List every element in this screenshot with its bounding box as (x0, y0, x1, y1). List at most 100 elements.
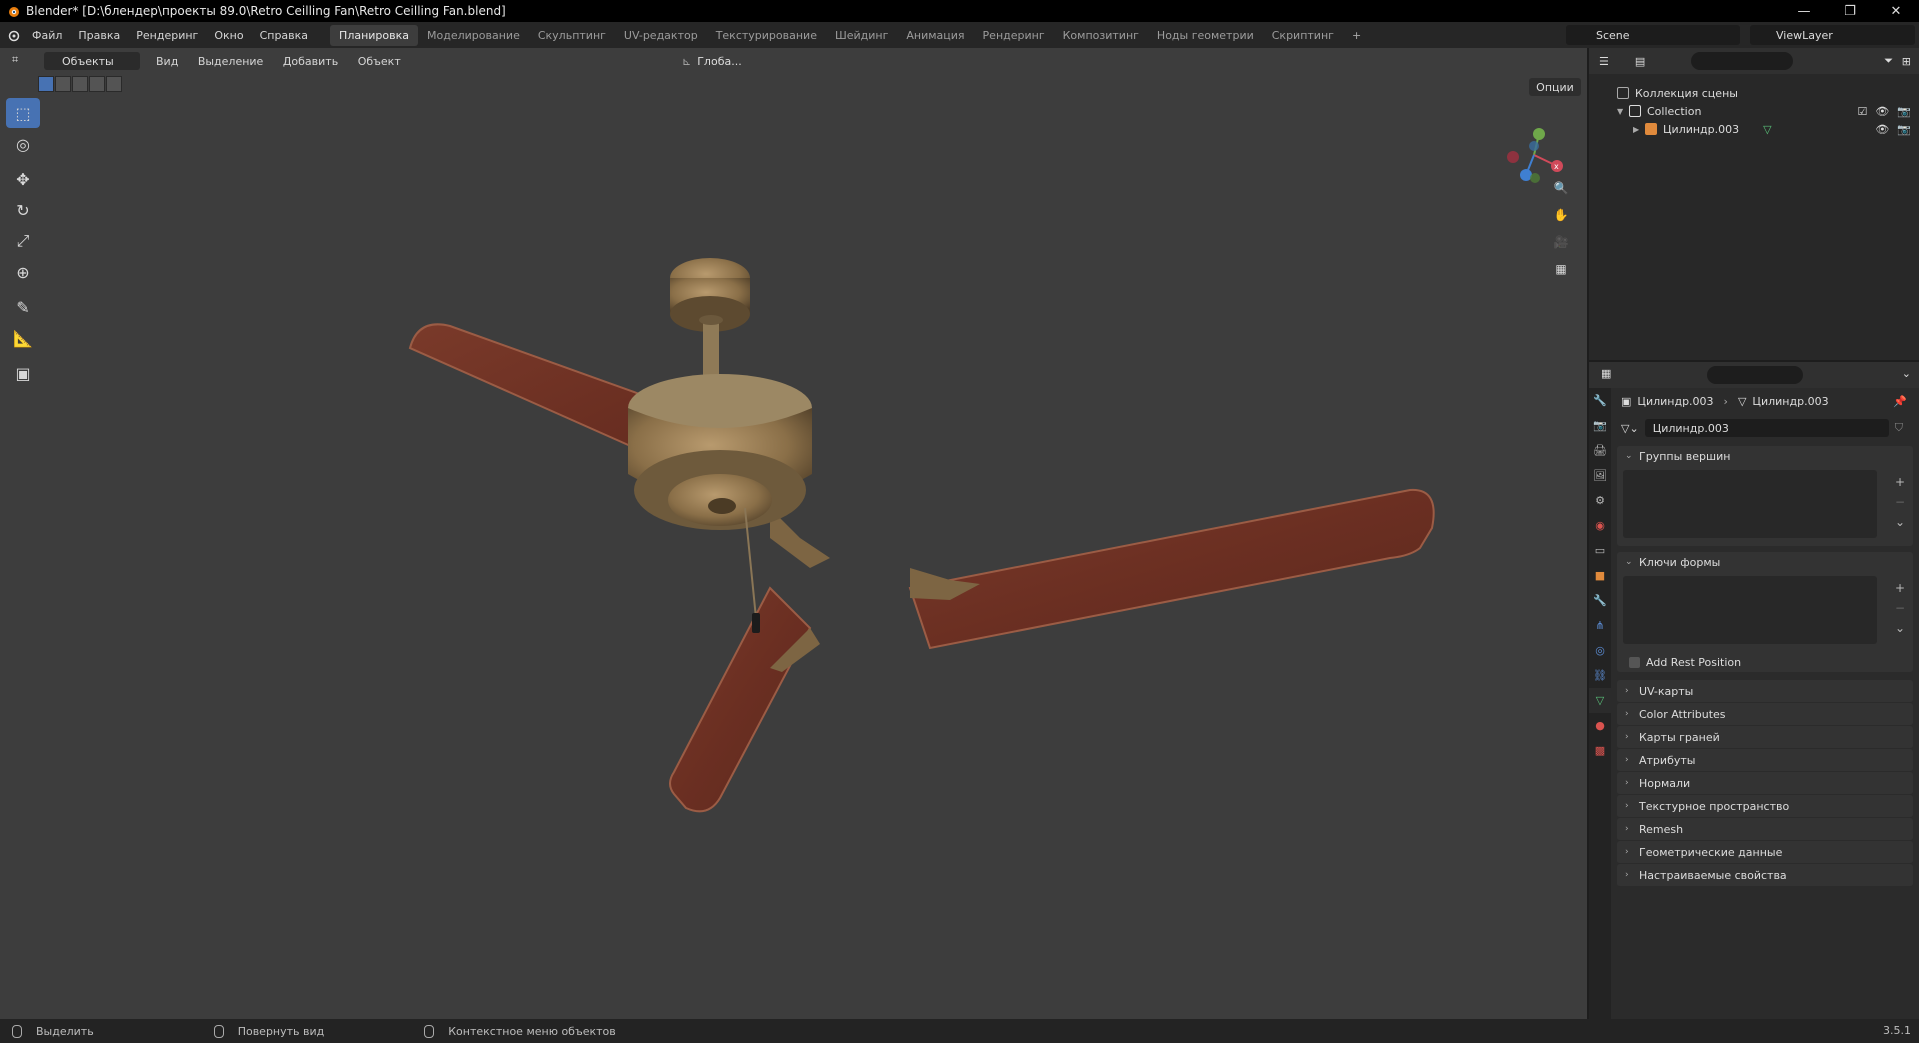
new-collection-icon[interactable]: ⊞ (1902, 55, 1911, 68)
select-intersect-icon[interactable] (106, 76, 122, 92)
menu-render[interactable]: Рендеринг (128, 29, 206, 42)
add-cube-icon[interactable]: ▣ (6, 358, 40, 388)
visibility-eye-icon[interactable]: 👁 (1875, 105, 1889, 118)
panel-face-maps[interactable]: › Карты граней (1617, 726, 1913, 749)
modifiers-tab-icon[interactable]: 🔧 (1589, 588, 1611, 613)
panel-normals[interactable]: › Нормали (1617, 772, 1913, 795)
blender-menu-icon[interactable] (6, 28, 20, 42)
object-tab-icon[interactable]: ■ (1589, 563, 1611, 588)
shape-key-menu-icon[interactable]: ⌄ (1891, 618, 1909, 638)
add-rest-position-row[interactable]: Add Rest Position (1617, 652, 1913, 672)
tab-shading[interactable]: Шейдинг (826, 25, 897, 46)
world-tab-icon[interactable]: ◉ (1589, 513, 1611, 538)
perspective-grid-icon[interactable]: ▦ (1549, 257, 1573, 281)
minimize-button[interactable]: — (1781, 0, 1827, 22)
menu-add[interactable]: Добавить (275, 55, 346, 68)
pin-icon[interactable]: 📌 (1893, 395, 1907, 408)
tab-modeling[interactable]: Моделирование (418, 25, 529, 46)
object-visibility-eye-icon[interactable]: 👁 (1875, 123, 1889, 136)
scene-tab-icon[interactable]: ⚙ (1589, 488, 1611, 513)
panel-remesh[interactable]: › Remesh (1617, 818, 1913, 841)
vertex-groups-header[interactable]: ⌄ Группы вершин (1617, 446, 1913, 466)
properties-editor[interactable]: ▦ ⌄ 🔧 📷 🖨 🖼 ⚙ ◉ ▭ ■ 🔧 ⋔ ◎ ⛓ ▽ ● ▩ ▣ Цили… (1589, 362, 1919, 1019)
outliner-editor-icon[interactable]: ☰ (1599, 55, 1609, 68)
options-button[interactable]: Опции (1529, 78, 1581, 96)
tab-geometry-nodes[interactable]: Ноды геометрии (1148, 25, 1263, 46)
outliner-row-object[interactable]: ▶ Цилиндр.003 ▽ 👁 📷 (1589, 120, 1919, 138)
select-box-icon[interactable]: ⬚ (6, 98, 40, 128)
constraints-tab-icon[interactable]: ⛓ (1589, 663, 1611, 688)
remove-shape-key-icon[interactable]: − (1891, 598, 1909, 618)
output-tab-icon[interactable]: 🖨 (1589, 438, 1611, 463)
select-extend-icon[interactable] (55, 76, 71, 92)
3d-viewport[interactable]: ⌗ Объекты Вид Выделение Добавить Объект … (0, 48, 1587, 1019)
menu-window[interactable]: Окно (206, 29, 251, 42)
tab-compositing[interactable]: Композитинг (1054, 25, 1148, 46)
material-tab-icon[interactable]: ● (1589, 713, 1611, 738)
physics-tab-icon[interactable]: ◎ (1589, 638, 1611, 663)
menu-help[interactable]: Справка (252, 29, 316, 42)
add-rest-position-checkbox[interactable] (1629, 656, 1640, 668)
outliner-row-scene-collection[interactable]: Коллекция сцены (1589, 84, 1919, 102)
scene-selector[interactable]: Scene (1566, 25, 1740, 45)
tool-tab-icon[interactable]: 🔧 (1589, 388, 1611, 413)
menu-select[interactable]: Выделение (190, 55, 272, 68)
camera-icon[interactable]: 🎥 (1549, 230, 1573, 254)
tab-scripting[interactable]: Скриптинг (1263, 25, 1343, 46)
tab-uv-editing[interactable]: UV-редактор (615, 25, 707, 46)
menu-file[interactable]: Файл (24, 29, 70, 42)
render-camera-icon[interactable]: 📷 (1897, 105, 1911, 118)
select-invert-icon[interactable] (89, 76, 105, 92)
object-render-camera-icon[interactable]: 📷 (1897, 123, 1911, 136)
panel-texture-space[interactable]: › Текстурное пространство (1617, 795, 1913, 818)
menu-object[interactable]: Объект (350, 55, 409, 68)
tab-texture-paint[interactable]: Текстурирование (707, 25, 826, 46)
tab-animation[interactable]: Анимация (897, 25, 973, 46)
exclude-checkbox-icon[interactable]: ☑ (1857, 105, 1867, 118)
mode-selector[interactable]: Объекты (44, 52, 140, 70)
add-vertex-group-icon[interactable]: + (1891, 472, 1909, 492)
select-new-icon[interactable] (38, 76, 54, 92)
panel-custom-properties[interactable]: › Настраиваемые свойства (1617, 864, 1913, 887)
fake-user-shield-icon[interactable]: ⛉ (1895, 421, 1903, 435)
properties-search-input[interactable] (1707, 366, 1803, 384)
mesh-data-tab-icon[interactable]: ▽ (1589, 688, 1611, 713)
expand-collection-icon[interactable]: ▼ (1617, 107, 1629, 116)
texture-tab-icon[interactable]: ▩ (1589, 738, 1611, 763)
properties-options-icon[interactable]: ⌄ (1902, 367, 1911, 380)
panel-attributes[interactable]: › Атрибуты (1617, 749, 1913, 772)
annotate-icon[interactable]: ✎ (6, 292, 40, 322)
collection-tab-icon[interactable]: ▭ (1589, 538, 1611, 563)
shape-keys-list[interactable] (1623, 576, 1877, 644)
cursor-icon[interactable]: ◎ (6, 129, 40, 159)
transform-icon[interactable]: ⊕ (6, 257, 40, 287)
tab-layout[interactable]: Планировка (330, 24, 419, 46)
close-button[interactable]: ✕ (1873, 0, 1919, 22)
transform-orientation[interactable]: ⊾ Глоба... (682, 52, 742, 70)
expand-object-icon[interactable]: ▶ (1633, 125, 1645, 134)
outliner-display-mode-icon[interactable]: ▤ (1635, 55, 1645, 68)
mesh-browse-icon[interactable]: ▽⌄ (1621, 422, 1639, 435)
zoom-icon[interactable]: 🔍 (1549, 176, 1573, 200)
shape-keys-header[interactable]: ⌄ Ключи формы (1617, 552, 1913, 572)
move-icon[interactable]: ✥ (6, 164, 40, 194)
rotate-icon[interactable]: ↻ (6, 195, 40, 225)
menu-edit[interactable]: Правка (70, 29, 128, 42)
remove-vertex-group-icon[interactable]: − (1891, 492, 1909, 512)
tab-rendering[interactable]: Рендеринг (974, 25, 1054, 46)
panel-uv-maps[interactable]: › UV-карты (1617, 680, 1913, 703)
add-shape-key-icon[interactable]: + (1891, 578, 1909, 598)
particles-tab-icon[interactable]: ⋔ (1589, 613, 1611, 638)
select-subtract-icon[interactable] (72, 76, 88, 92)
vertex-group-menu-icon[interactable]: ⌄ (1891, 512, 1909, 532)
maximize-button[interactable]: ❐ (1827, 0, 1873, 22)
add-workspace-button[interactable]: + (1343, 25, 1370, 46)
view-layer-tab-icon[interactable]: 🖼 (1589, 463, 1611, 488)
panel-geometry-data[interactable]: › Геометрические данные (1617, 841, 1913, 864)
outliner-row-collection[interactable]: ▼ Collection ☑ 👁 📷 (1589, 102, 1919, 120)
editor-type-icon[interactable]: ⌗ (12, 53, 18, 67)
tab-sculpting[interactable]: Скульптинг (529, 25, 615, 46)
pan-hand-icon[interactable]: ✋ (1549, 203, 1573, 227)
mesh-name-field[interactable]: Цилиндр.003 (1644, 419, 1889, 437)
outliner-search-input[interactable] (1691, 52, 1793, 70)
